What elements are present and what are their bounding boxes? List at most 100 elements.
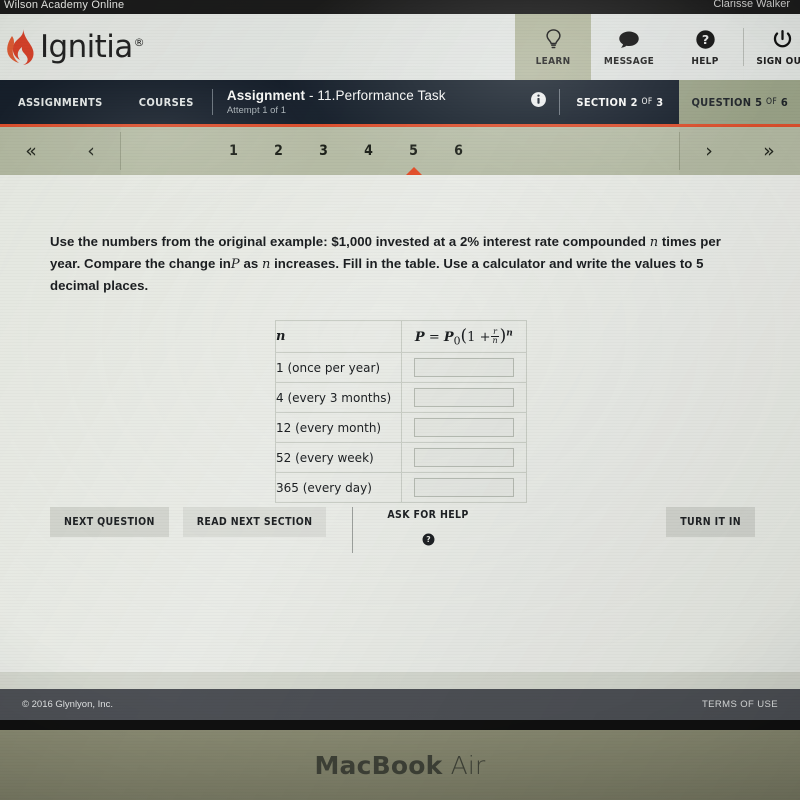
answer-input-3[interactable] (413, 418, 514, 438)
section-current: 2 (630, 95, 638, 109)
row-answer-cell-3[interactable] (400, 412, 528, 444)
question-prompt: Use the numbers from the original exampl… (50, 231, 750, 296)
lightbulb-icon (544, 27, 563, 51)
answer-table: n P = P0(1 + r n)n 1 (once per year) 4 (ev… (275, 320, 528, 504)
question-var-n-1: n (649, 235, 659, 250)
answer-input-2[interactable] (413, 388, 514, 408)
question-indicator: QUESTION 5 OF 6 (679, 80, 800, 124)
ask-for-help-label: ASK FOR HELP (387, 509, 469, 521)
row-label-2: 4 (every 3 months) (275, 382, 402, 414)
browser-tab-title[interactable]: Wilson Academy Online (4, 0, 124, 11)
info-button[interactable] (518, 80, 559, 124)
formula-equals: = (428, 330, 440, 346)
pager-number-2[interactable]: 2 (256, 143, 301, 159)
answer-table-body: 1 (once per year) 4 (every 3 months) 12 … (275, 352, 528, 504)
nav-assignments[interactable]: ASSIGNMENTS (0, 80, 121, 124)
column-header-formula: P = P0(1 + r n)n (400, 320, 528, 354)
assignment-title-separator: - (305, 88, 318, 103)
util-nav-sign-out-label: SIGN OUT (756, 56, 800, 67)
row-answer-cell-4[interactable] (400, 442, 528, 474)
formula-fraction-denominator: n (492, 336, 498, 346)
pager-nav-right: › » (680, 127, 800, 175)
assignment-title-value: 11.Performance Task (317, 88, 446, 103)
pager-number-list: 1 2 3 4 5 6 (121, 127, 679, 176)
table-row: 12 (every month) (275, 412, 528, 444)
chevron-right-icon[interactable]: › (705, 141, 713, 161)
brand-word: Ignitia (40, 29, 133, 65)
device-brand-bold: MacBook (314, 750, 443, 780)
ignitia-app-window: Ignitia® LEARN MESSAGE ? HELP SIGN OU AS… (0, 14, 800, 720)
util-nav-learn[interactable]: LEARN (515, 14, 591, 80)
section-prefix: SECTION (576, 95, 627, 109)
action-divider (352, 507, 354, 553)
util-nav-message[interactable]: MESSAGE (591, 14, 667, 80)
power-icon (772, 27, 793, 51)
formula-P: P (414, 330, 425, 346)
question-circle-icon: ? (695, 27, 716, 51)
browser-tab-bar: Wilson Academy Online Clarisse Walker (0, 0, 800, 14)
formula-P0: P (443, 330, 454, 346)
table-row: 52 (every week) (275, 442, 528, 474)
chevron-left-icon[interactable]: ‹ (87, 141, 95, 161)
util-nav-sign-out[interactable]: SIGN OUT (744, 14, 800, 80)
question-prefix: QUESTION (691, 95, 752, 109)
info-circle-icon (530, 91, 547, 113)
section-indicator: SECTION 2 OF 3 (560, 80, 679, 124)
table-header-row: n P = P0(1 + r n)n (275, 320, 528, 354)
pager-number-5[interactable]: 5 (391, 143, 436, 159)
next-question-button[interactable]: NEXT QUESTION (50, 507, 169, 537)
util-nav-help[interactable]: ? HELP (667, 14, 743, 80)
table-row: 365 (every day) (275, 472, 528, 504)
row-label-4: 52 (every week) (275, 442, 402, 474)
row-label-3: 12 (every month) (275, 412, 402, 444)
read-next-section-button[interactable]: READ NEXT SECTION (182, 507, 327, 537)
row-answer-cell-1[interactable] (400, 352, 528, 384)
assignment-bar: ASSIGNMENTS COURSES Assignment - 11.Perf… (0, 80, 800, 124)
formula-one-plus: 1 + (467, 330, 491, 346)
svg-text:?: ? (701, 32, 708, 47)
question-of: OF (766, 97, 778, 107)
section-of: OF (641, 97, 653, 107)
photographed-laptop-screen: Wilson Academy Online Clarisse Walker Ig… (0, 0, 800, 800)
column-header-n: n (275, 320, 402, 354)
answer-input-5[interactable] (413, 478, 514, 498)
terms-of-use-link[interactable]: TERMS OF USE (702, 699, 778, 710)
formula-P0-subscript: 0 (453, 334, 461, 348)
pager-number-4[interactable]: 4 (346, 143, 391, 159)
question-text-part1: Use the numbers from the original exampl… (50, 234, 650, 249)
pager-number-3[interactable]: 3 (301, 143, 346, 159)
turn-it-in-button[interactable]: TURN IT IN (666, 507, 755, 537)
ask-for-help-group[interactable]: ASK FOR HELP ? (387, 507, 468, 551)
row-label-5: 365 (every day) (275, 472, 402, 504)
device-brand-light: Air (442, 750, 486, 780)
question-circle-icon[interactable]: ? (422, 533, 435, 551)
action-bar: NEXT QUESTION READ NEXT SECTION ASK FOR … (50, 507, 755, 553)
row-answer-cell-2[interactable] (400, 382, 528, 414)
question-pager: « ‹ 1 2 3 4 5 6 › » (0, 127, 800, 176)
pager-nav-left: « ‹ (0, 127, 120, 175)
pager-number-1[interactable]: 1 (211, 143, 256, 159)
app-header: Ignitia® LEARN MESSAGE ? HELP SIGN OU (0, 14, 800, 80)
answer-table-wrapper: n P = P0(1 + r n)n 1 (once per year) 4 (ev… (275, 320, 750, 504)
util-nav-learn-label: LEARN (535, 56, 571, 67)
brand-logo[interactable]: Ignitia® (0, 14, 515, 80)
question-total: 6 (780, 95, 788, 109)
util-nav-message-label: MESSAGE (603, 56, 655, 67)
util-nav-help-label: HELP (691, 56, 719, 67)
answer-input-4[interactable] (413, 448, 514, 468)
assignment-title-label: Assignment (226, 88, 306, 103)
assignment-attempt: Attempt 1 of 1 (226, 105, 286, 116)
brand-name: Ignitia® (40, 29, 145, 65)
laptop-bezel (0, 720, 800, 730)
copyright-text: © 2016 Glynlyon, Inc. (22, 699, 113, 710)
device-brand: MacBook Air (314, 751, 485, 780)
nav-courses[interactable]: COURSES (121, 80, 212, 124)
row-answer-cell-5[interactable] (400, 472, 528, 504)
table-row: 1 (once per year) (275, 352, 528, 384)
answer-input-1[interactable] (413, 358, 514, 378)
double-chevron-right-icon[interactable]: » (763, 141, 775, 161)
section-total: 3 (656, 95, 664, 109)
pager-number-6[interactable]: 6 (436, 143, 481, 159)
speech-bubble-icon (618, 27, 640, 51)
double-chevron-left-icon[interactable]: « (25, 141, 37, 161)
